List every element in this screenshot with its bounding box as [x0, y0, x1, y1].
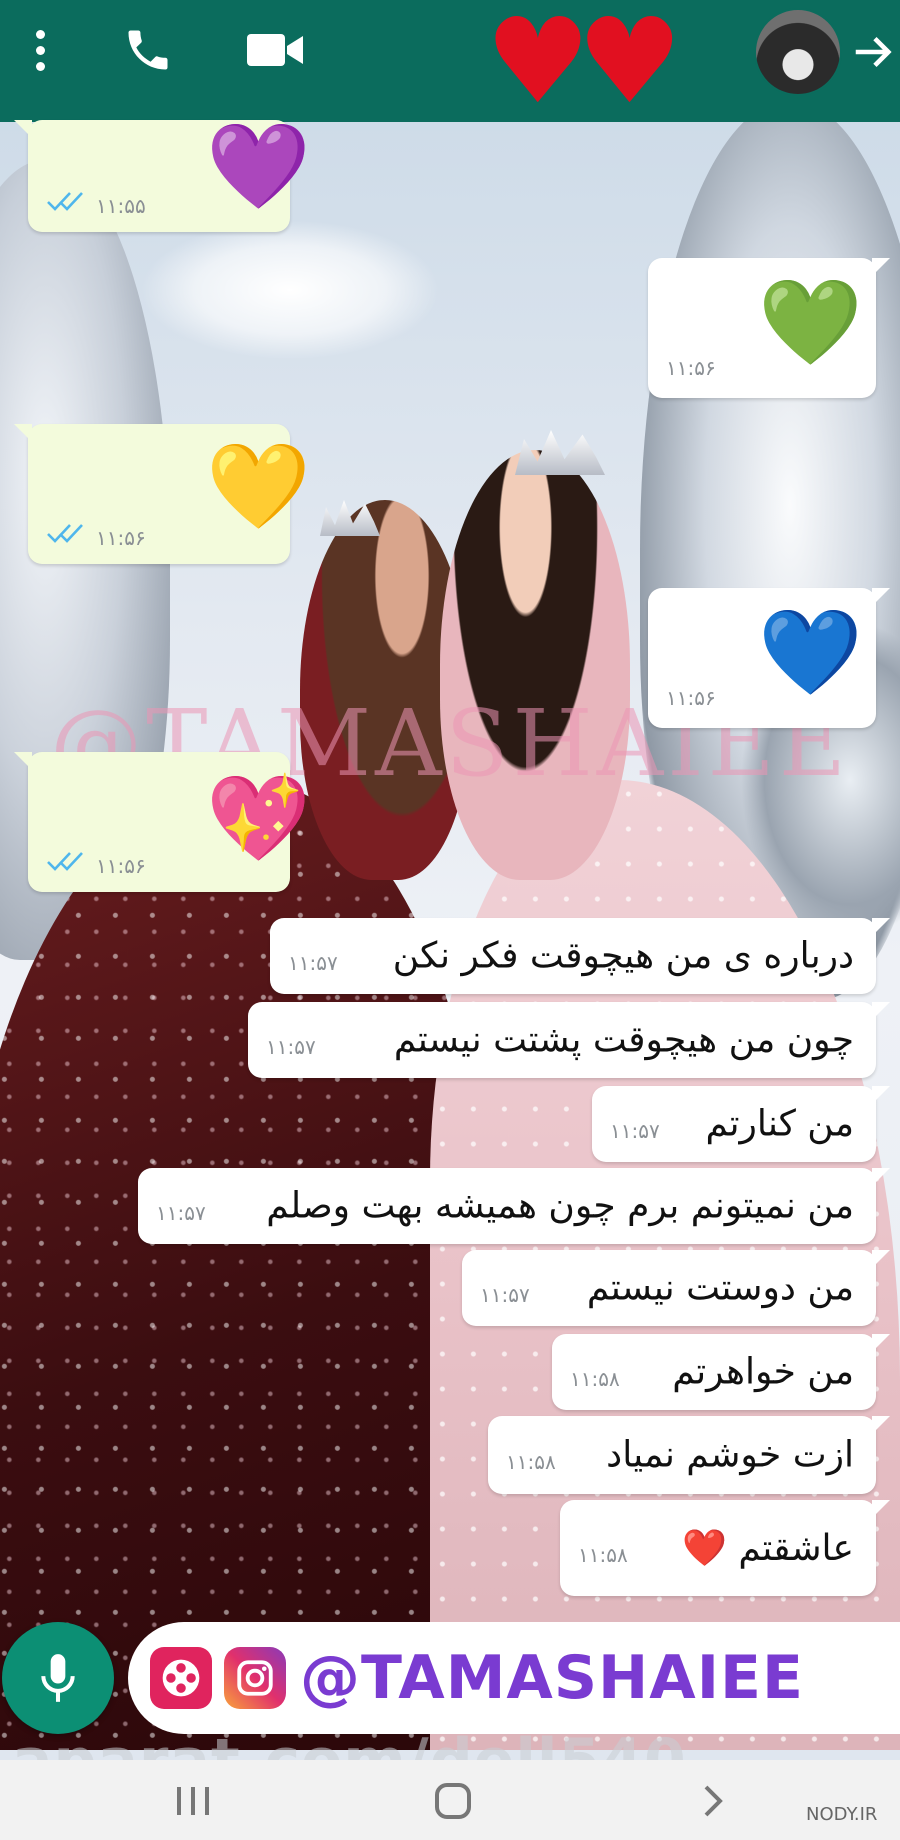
read-ticks-icon [46, 190, 88, 216]
message-text: من دوستت نیستم [586, 1267, 854, 1309]
message-time: ۱۱:۵۶ [666, 686, 716, 710]
message-text: چون من هیچوقت پشتت نیستم [393, 1019, 854, 1061]
instagram-icon [224, 1647, 286, 1709]
message-time: ۱۱:۵۷ [156, 1201, 206, 1226]
message-text: ازت خوشم نمیاد [606, 1434, 854, 1476]
cloud [140, 220, 440, 360]
arrow-forward-icon[interactable] [850, 22, 896, 82]
message-text: من خواهرتم [672, 1351, 854, 1393]
heart-emoji-icon: 💖 [206, 769, 311, 867]
heart-emoji-icon: 💙 [758, 603, 863, 701]
home-icon[interactable] [428, 1778, 478, 1824]
incoming-message[interactable]: 💜 ۱۱:۵۵ [14, 120, 311, 232]
contact-name[interactable]: ♥ ♥ [485, 0, 683, 130]
microphone-button[interactable] [2, 1622, 114, 1734]
outgoing-message[interactable]: من دوستت نیستم ۱۱:۵۷ [462, 1250, 890, 1326]
outgoing-message[interactable]: چون من هیچوقت پشتت نیستم ۱۱:۵۷ [248, 1002, 890, 1078]
system-navbar [0, 1760, 900, 1840]
back-icon[interactable] [688, 1778, 738, 1824]
message-text: درباره ی من هیچوقت فکر نکن [392, 935, 854, 977]
outgoing-message[interactable]: من کنارتم ۱۱:۵۷ [592, 1086, 890, 1162]
microphone-icon [41, 1654, 75, 1702]
message-time: ۱۱:۵۷ [266, 1035, 316, 1060]
corner-watermark: NODY.IR [806, 1804, 878, 1825]
incoming-message[interactable]: 💛 ۱۱:۵۶ [14, 424, 311, 564]
heart-emoji-icon: 💚 [758, 273, 863, 371]
message-time: ۱۱:۵۶ [96, 854, 146, 878]
girl-right [440, 450, 630, 880]
message-time: ۱۱:۵۶ [666, 356, 716, 380]
message-time: ۱۱:۵۸ [570, 1367, 620, 1392]
crown-icon [515, 430, 605, 475]
outgoing-message[interactable]: من خواهرتم ۱۱:۵۸ [552, 1334, 890, 1410]
heart-icon: ♥ [485, 0, 591, 130]
message-text: عاشقتم ❤️ [682, 1528, 854, 1569]
message-time: ۱۱:۵۵ [96, 194, 146, 218]
chat-header: ♥ ♥ [0, 0, 900, 122]
message-time: ۱۱:۵۷ [610, 1119, 660, 1144]
message-text: من نمیتونم برم چون همیشه بهت وصلم [266, 1185, 854, 1227]
heart-emoji-icon: 💛 [206, 437, 311, 535]
outgoing-message[interactable]: 💚 ۱۱:۵۶ [648, 258, 890, 398]
message-text: من کنارتم [705, 1103, 854, 1145]
message-time: ۱۱:۵۶ [96, 526, 146, 550]
two-girls-illustration [300, 430, 630, 880]
channel-handle: @TAMASHAIEE [300, 1643, 805, 1713]
outgoing-message[interactable]: ازت خوشم نمیاد ۱۱:۵۸ [488, 1416, 890, 1494]
recents-icon[interactable] [168, 1778, 218, 1824]
more-vert-icon[interactable] [20, 0, 60, 100]
channel-banner: @TAMASHAIEE [128, 1622, 900, 1734]
outgoing-message[interactable]: درباره ی من هیچوقت فکر نکن ۱۱:۵۷ [270, 918, 890, 994]
film-reel-icon [150, 1647, 212, 1709]
video-call-icon[interactable] [240, 0, 310, 100]
read-ticks-icon [46, 850, 88, 876]
message-time: ۱۱:۵۸ [578, 1543, 628, 1568]
heart-emoji-icon: 💜 [206, 117, 311, 215]
avatar[interactable] [754, 8, 842, 96]
message-time: ۱۱:۵۷ [288, 951, 338, 976]
outgoing-message[interactable]: عاشقتم ❤️ ۱۱:۵۸ [560, 1500, 890, 1596]
message-time: ۱۱:۵۸ [506, 1450, 556, 1475]
heart-emoji-icon: ❤️ [682, 1528, 727, 1569]
outgoing-message[interactable]: من نمیتونم برم چون همیشه بهت وصلم ۱۱:۵۷ [138, 1168, 890, 1244]
heart-icon: ♥ [576, 0, 683, 130]
outgoing-message[interactable]: 💙 ۱۱:۵۶ [648, 588, 890, 728]
incoming-message[interactable]: 💖 ۱۱:۵۶ [14, 752, 311, 892]
message-time: ۱۱:۵۷ [480, 1283, 530, 1308]
read-ticks-icon [46, 522, 88, 548]
phone-icon[interactable] [118, 0, 178, 100]
